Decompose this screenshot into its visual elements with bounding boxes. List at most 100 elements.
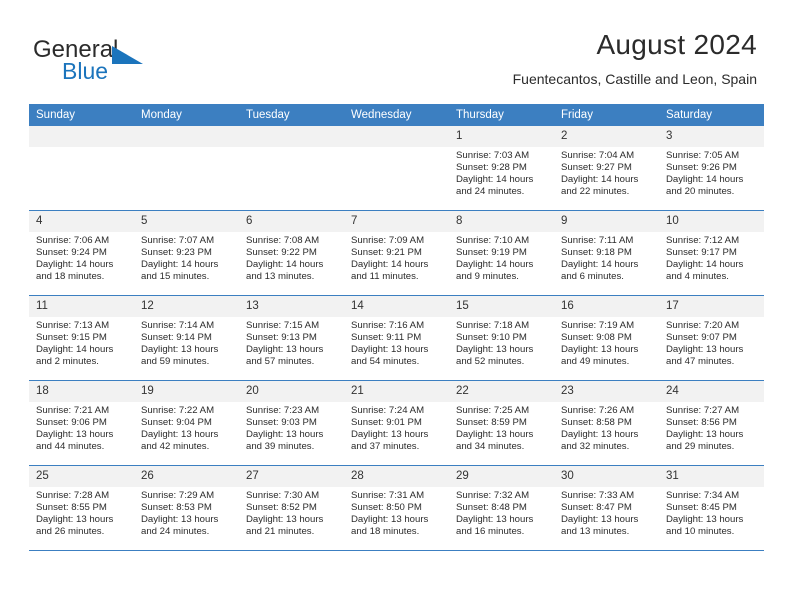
calendar-day-cell-empty xyxy=(344,126,449,211)
calendar-day-cell[interactable]: 17 Sunrise: 7:20 AM Sunset: 9:07 PM Dayligh… xyxy=(659,295,764,381)
calendar-day-cell[interactable]: 12 Sunrise: 7:14 AM Sunset: 9:14 PM Dayligh… xyxy=(134,295,239,381)
calendar-day-cell[interactable]: 3 Sunrise: 7:05 AM Sunset: 9:26 PM Daylight… xyxy=(659,126,764,211)
calendar-day-cell[interactable]: 4 Sunrise: 7:06 AM Sunset: 9:24 PM Daylight… xyxy=(29,210,134,296)
daylight-text-line2: and 24 minutes. xyxy=(456,185,525,197)
calendar-week-row: 18 Sunrise: 7:21 AM Sunset: 9:06 PM Dayligh… xyxy=(29,380,764,466)
day-cell-inner xyxy=(239,126,344,210)
calendar-day-cell[interactable]: 28 Sunrise: 7:31 AM Sunset: 8:50 PM Dayligh… xyxy=(344,465,449,551)
day-cell-inner: 17 Sunrise: 7:20 AM Sunset: 9:07 PM Dayligh… xyxy=(659,296,764,380)
sunset-text: Sunset: 8:55 PM xyxy=(36,501,107,513)
day-cell-inner: 13 Sunrise: 7:15 AM Sunset: 9:13 PM Dayligh… xyxy=(239,296,344,380)
daylight-text-line2: and 13 minutes. xyxy=(561,525,630,537)
daylight-text-line1: Daylight: 13 hours xyxy=(561,513,639,525)
daylight-text-line2: and 32 minutes. xyxy=(561,440,630,452)
daylight-text-line1: Daylight: 13 hours xyxy=(351,428,429,440)
sunrise-text: Sunrise: 7:32 AM xyxy=(456,490,530,501)
calendar-day-cell[interactable]: 15 Sunrise: 7:18 AM Sunset: 9:10 PM Dayligh… xyxy=(449,295,554,381)
daylight-text-line1: Daylight: 13 hours xyxy=(456,513,534,525)
sunset-text: Sunset: 9:19 PM xyxy=(456,246,527,258)
daylight-text-line2: and 13 minutes. xyxy=(246,270,315,282)
sunrise-text: Sunrise: 7:18 AM xyxy=(456,320,530,331)
title-block: August 2024 Fuentecantos, Castille and L… xyxy=(513,28,757,88)
day-number: 13 xyxy=(239,296,344,317)
calendar-day-cell[interactable]: 7 Sunrise: 7:09 AM Sunset: 9:21 PM Daylight… xyxy=(344,210,449,296)
calendar-day-cell[interactable]: 25 Sunrise: 7:28 AM Sunset: 8:55 PM Dayligh… xyxy=(29,465,134,551)
calendar-day-cell[interactable]: 9 Sunrise: 7:11 AM Sunset: 9:18 PM Daylight… xyxy=(554,210,659,296)
day-details: Sunrise: 7:12 AM Sunset: 9:17 PM Daylight:… xyxy=(659,232,764,283)
daylight-text-line2: and 37 minutes. xyxy=(351,440,420,452)
day-number: 15 xyxy=(449,296,554,317)
sunrise-text: Sunrise: 7:16 AM xyxy=(351,320,425,331)
calendar-day-cell[interactable]: 5 Sunrise: 7:07 AM Sunset: 9:23 PM Daylight… xyxy=(134,210,239,296)
day-details: Sunrise: 7:26 AM Sunset: 8:58 PM Daylight:… xyxy=(554,402,659,453)
calendar-day-cell[interactable]: 22 Sunrise: 7:25 AM Sunset: 8:59 PM Dayligh… xyxy=(449,380,554,466)
day-cell-inner: 15 Sunrise: 7:18 AM Sunset: 9:10 PM Dayligh… xyxy=(449,296,554,380)
day-cell-inner xyxy=(134,126,239,210)
sunrise-text: Sunrise: 7:04 AM xyxy=(561,150,635,161)
day-number: 3 xyxy=(659,126,764,147)
day-cell-inner: 12 Sunrise: 7:14 AM Sunset: 9:14 PM Dayligh… xyxy=(134,296,239,380)
daylight-text-line1: Daylight: 13 hours xyxy=(141,513,219,525)
calendar-day-cell[interactable]: 26 Sunrise: 7:29 AM Sunset: 8:53 PM Dayligh… xyxy=(134,465,239,551)
calendar-day-cell[interactable]: 10 Sunrise: 7:12 AM Sunset: 9:17 PM Dayligh… xyxy=(659,210,764,296)
brand-name-blue: Blue xyxy=(62,58,109,84)
page-header: General Blue August 2024 Fuentecantos, C… xyxy=(0,0,792,98)
daylight-text-line1: Daylight: 13 hours xyxy=(666,343,744,355)
day-cell-inner: 29 Sunrise: 7:32 AM Sunset: 8:48 PM Dayligh… xyxy=(449,466,554,550)
day-cell-inner xyxy=(344,126,449,210)
day-number: 19 xyxy=(134,381,239,402)
calendar-day-cell[interactable]: 23 Sunrise: 7:26 AM Sunset: 8:58 PM Dayligh… xyxy=(554,380,659,466)
brand-logo[interactable]: General Blue xyxy=(33,36,263,88)
sunset-text: Sunset: 8:56 PM xyxy=(666,416,737,428)
weekday-header-wednesday: Wednesday xyxy=(344,104,449,126)
sunset-text: Sunset: 9:07 PM xyxy=(666,331,737,343)
calendar-body: 1 Sunrise: 7:03 AM Sunset: 9:28 PM Daylight… xyxy=(29,126,764,551)
calendar-day-cell[interactable]: 8 Sunrise: 7:10 AM Sunset: 9:19 PM Daylight… xyxy=(449,210,554,296)
calendar-day-cell[interactable]: 20 Sunrise: 7:23 AM Sunset: 9:03 PM Dayligh… xyxy=(239,380,344,466)
calendar-day-cell[interactable]: 21 Sunrise: 7:24 AM Sunset: 9:01 PM Dayligh… xyxy=(344,380,449,466)
calendar-day-cell[interactable]: 2 Sunrise: 7:04 AM Sunset: 9:27 PM Daylight… xyxy=(554,126,659,211)
calendar-day-cell[interactable]: 13 Sunrise: 7:15 AM Sunset: 9:13 PM Dayligh… xyxy=(239,295,344,381)
calendar-day-cell[interactable]: 1 Sunrise: 7:03 AM Sunset: 9:28 PM Daylight… xyxy=(449,126,554,211)
sunset-text: Sunset: 9:24 PM xyxy=(36,246,107,258)
calendar-week-row: 4 Sunrise: 7:06 AM Sunset: 9:24 PM Daylight… xyxy=(29,210,764,296)
sunrise-text: Sunrise: 7:27 AM xyxy=(666,405,740,416)
calendar-day-cell[interactable]: 16 Sunrise: 7:19 AM Sunset: 9:08 PM Dayligh… xyxy=(554,295,659,381)
calendar-day-cell[interactable]: 18 Sunrise: 7:21 AM Sunset: 9:06 PM Dayligh… xyxy=(29,380,134,466)
calendar-day-cell[interactable]: 30 Sunrise: 7:33 AM Sunset: 8:47 PM Dayligh… xyxy=(554,465,659,551)
day-details: Sunrise: 7:34 AM Sunset: 8:45 PM Daylight:… xyxy=(659,487,764,538)
daylight-text-line2: and 18 minutes. xyxy=(351,525,420,537)
calendar-day-cell[interactable]: 29 Sunrise: 7:32 AM Sunset: 8:48 PM Dayligh… xyxy=(449,465,554,551)
day-number: 12 xyxy=(134,296,239,317)
day-number xyxy=(239,126,344,147)
calendar-day-cell[interactable]: 6 Sunrise: 7:08 AM Sunset: 9:22 PM Daylight… xyxy=(239,210,344,296)
day-details: Sunrise: 7:27 AM Sunset: 8:56 PM Daylight:… xyxy=(659,402,764,453)
sunset-text: Sunset: 9:21 PM xyxy=(351,246,422,258)
calendar-day-cell[interactable]: 14 Sunrise: 7:16 AM Sunset: 9:11 PM Dayligh… xyxy=(344,295,449,381)
daylight-text-line2: and 39 minutes. xyxy=(246,440,315,452)
daylight-text-line2: and 42 minutes. xyxy=(141,440,210,452)
sunset-text: Sunset: 8:59 PM xyxy=(456,416,527,428)
daylight-text-line2: and 29 minutes. xyxy=(666,440,735,452)
day-details: Sunrise: 7:04 AM Sunset: 9:27 PM Daylight:… xyxy=(554,147,659,198)
day-number: 21 xyxy=(344,381,449,402)
day-cell-inner: 27 Sunrise: 7:30 AM Sunset: 8:52 PM Dayligh… xyxy=(239,466,344,550)
calendar-day-cell[interactable]: 24 Sunrise: 7:27 AM Sunset: 8:56 PM Dayligh… xyxy=(659,380,764,466)
day-number: 17 xyxy=(659,296,764,317)
daylight-text-line2: and 9 minutes. xyxy=(456,270,519,282)
day-number: 29 xyxy=(449,466,554,487)
calendar-day-cell[interactable]: 11 Sunrise: 7:13 AM Sunset: 9:15 PM Dayligh… xyxy=(29,295,134,381)
sunrise-text: Sunrise: 7:13 AM xyxy=(36,320,110,331)
day-cell-inner: 7 Sunrise: 7:09 AM Sunset: 9:21 PM Daylight… xyxy=(344,211,449,295)
calendar-day-cell[interactable]: 31 Sunrise: 7:34 AM Sunset: 8:45 PM Dayligh… xyxy=(659,465,764,551)
day-details: Sunrise: 7:16 AM Sunset: 9:11 PM Daylight:… xyxy=(344,317,449,368)
daylight-text-line1: Daylight: 14 hours xyxy=(141,258,219,270)
day-number: 23 xyxy=(554,381,659,402)
calendar-day-cell[interactable]: 27 Sunrise: 7:30 AM Sunset: 8:52 PM Dayligh… xyxy=(239,465,344,551)
day-details: Sunrise: 7:19 AM Sunset: 9:08 PM Daylight:… xyxy=(554,317,659,368)
calendar-day-cell[interactable]: 19 Sunrise: 7:22 AM Sunset: 9:04 PM Dayligh… xyxy=(134,380,239,466)
day-details: Sunrise: 7:07 AM Sunset: 9:23 PM Daylight:… xyxy=(134,232,239,283)
day-cell-inner: 10 Sunrise: 7:12 AM Sunset: 9:17 PM Dayligh… xyxy=(659,211,764,295)
calendar-week-row: 25 Sunrise: 7:28 AM Sunset: 8:55 PM Dayligh… xyxy=(29,465,764,551)
daylight-text-line2: and 15 minutes. xyxy=(141,270,210,282)
